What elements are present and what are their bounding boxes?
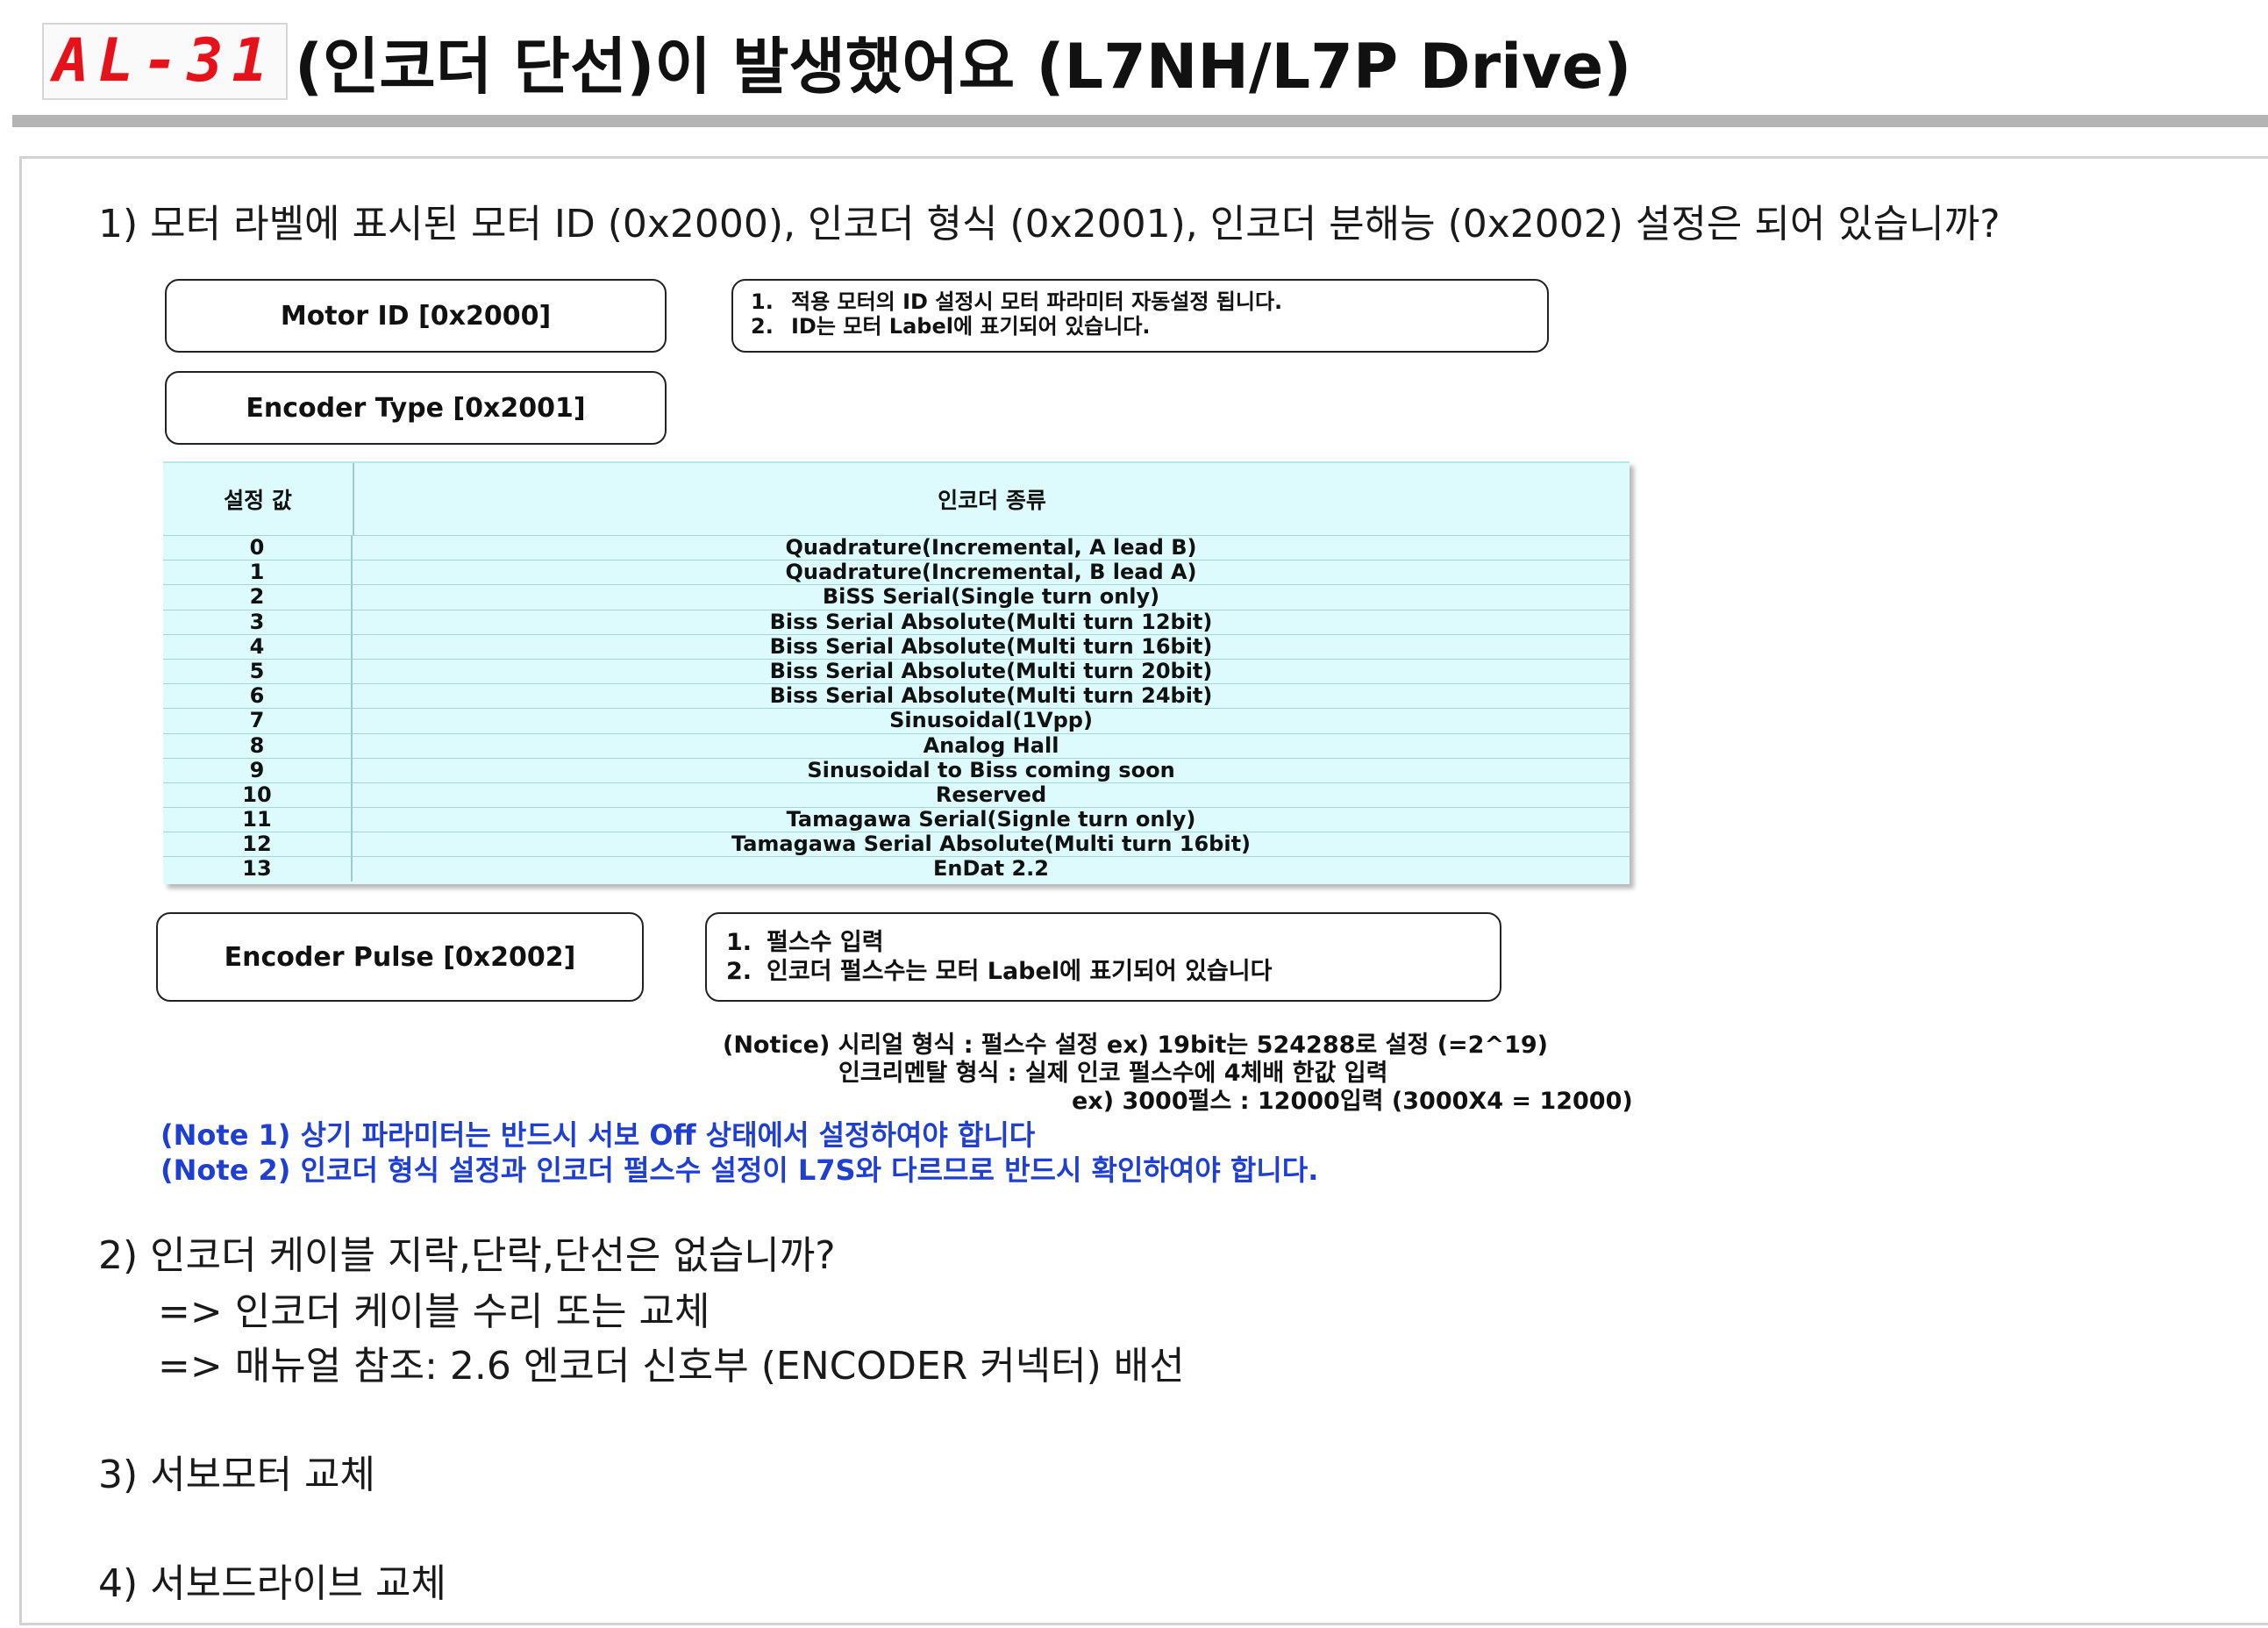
encoder-pulse-note-2: 2. 인코더 펄스수는 모터 Label에 표기되어 있습니다	[726, 958, 1273, 985]
notice-incremental: 인크리멘탈 형식 : 실제 인코 펄스수에 4체배 한값 입력	[838, 1060, 1388, 1087]
encoder-code-cell: 10	[163, 782, 353, 808]
encoder-type-cell: Biss Serial Absolute(Multi turn 20bit)	[769, 658, 1213, 683]
table-row: 5 Biss Serial Absolute(Multi turn 20bit)	[163, 658, 1630, 684]
table-header-type: 인코더 종류	[938, 488, 1046, 513]
encoder-type-table: 설정 값 인코더 종류 0 Quadrature(Incremental, A l…	[163, 461, 1630, 884]
encoder-type-cell: Sinusoidal(1Vpp)	[889, 708, 1093, 733]
encoder-pulse-notes: 1. 펄스수 입력 2. 인코더 펄스수는 모터 Label에 표기되어 있습니다	[705, 912, 1501, 1002]
table-body: 0 Quadrature(Incremental, A lead B) 1 Quadr…	[163, 535, 1630, 882]
encoder-type-cell: Sinusoidal to Biss coming soon	[807, 757, 1175, 782]
table-row: 1 Quadrature(Incremental, B lead A)	[163, 560, 1630, 585]
encoder-code-cell: 0	[163, 535, 353, 561]
table-row: 11 Tamagawa Serial(Signle turn only)	[163, 807, 1630, 832]
encoder-pulse-label: Encoder Pulse [0x2002]	[224, 941, 576, 973]
table-row: 13 EnDat 2.2	[163, 856, 1630, 882]
encoder-pulse-box: Encoder Pulse [0x2002]	[156, 912, 644, 1002]
table-row: 7 Sinusoidal(1Vpp)	[163, 708, 1630, 733]
encoder-type-cell: BiSS Serial(Single turn only)	[822, 584, 1160, 610]
encoder-code-cell: 3	[163, 610, 353, 634]
encoder-code-cell: 9	[163, 758, 353, 782]
alarm-code-display: AL-31	[42, 23, 288, 100]
encoder-code-cell: 6	[163, 684, 353, 709]
encoder-type-cell: Analog Hall	[923, 732, 1059, 758]
table-header-code: 설정 값	[163, 463, 354, 535]
motor-id-note-1: 1. 적용 모터의 ID 설정시 모터 파라미터 자동설정 됩니다.	[751, 289, 1283, 314]
table-row: 8 Analog Hall	[163, 732, 1630, 758]
note-2: (Note 2) 인코더 형식 설정과 인코더 펄스수 설정이 L7S와 다르므…	[160, 1153, 1319, 1187]
encoder-type-cell: Biss Serial Absolute(Multi turn 24bit)	[769, 683, 1213, 709]
encoder-type-cell: Biss Serial Absolute(Multi turn 16bit)	[769, 633, 1213, 659]
table-row: 9 Sinusoidal to Biss coming soon	[163, 757, 1630, 782]
table-row: 3 Biss Serial Absolute(Multi turn 12bit)	[163, 609, 1630, 634]
encoder-code-cell: 2	[163, 585, 353, 610]
encoder-type-box: Encoder Type [0x2001]	[165, 371, 667, 445]
note-1: (Note 1) 상기 파라미터는 반드시 서보 Off 상태에서 설정하여야 …	[160, 1118, 1036, 1152]
notice-serial: (Notice) 시리얼 형식 : 펄스수 설정 ex) 19bit는 5242…	[723, 1032, 1548, 1059]
table-row: 6 Biss Serial Absolute(Multi turn 24bit)	[163, 683, 1630, 709]
encoder-code-cell: 12	[163, 832, 353, 857]
encoder-code-cell: 13	[163, 857, 353, 882]
motor-id-note-2: 2. ID는 모터 Label에 표기되어 있습니다.	[751, 314, 1151, 339]
table-row: 0 Quadrature(Incremental, A lead B)	[163, 535, 1630, 561]
notice-example: ex) 3000펄스 : 12000입력 (3000X4 = 12000)	[1072, 1088, 1633, 1115]
encoder-code-cell: 5	[163, 659, 353, 684]
encoder-type-cell: Reserved	[935, 782, 1047, 807]
encoder-type-cell: Quadrature(Incremental, A lead B)	[785, 535, 1197, 560]
encoder-code-cell: 7	[163, 709, 353, 733]
motor-id-box: Motor ID [0x2000]	[165, 279, 667, 353]
encoder-type-cell: Tamagawa Serial(Signle turn only)	[786, 807, 1196, 832]
encoder-code-cell: 4	[163, 634, 353, 659]
encoder-code-cell: 8	[163, 733, 353, 758]
encoder-code-cell: 1	[163, 561, 353, 585]
question-1: 1) 모터 라벨에 표시된 모터 ID (0x2000), 인코더 형식 (0x…	[98, 202, 2001, 246]
encoder-type-cell: Quadrature(Incremental, B lead A)	[785, 560, 1197, 585]
q2-answer-1: => 인코더 케이블 수리 또는 교체	[158, 1289, 710, 1334]
page-title: (인코더 단선)이 발생했어요 (L7NH/L7P Drive)	[295, 31, 1632, 103]
encoder-type-cell: Tamagawa Serial Absolute(Multi turn 16bi…	[731, 832, 1252, 857]
encoder-code-cell: 11	[163, 807, 353, 832]
table-row: 10 Reserved	[163, 782, 1630, 808]
encoder-type-cell: EnDat 2.2	[933, 856, 1049, 882]
motor-id-notes: 1. 적용 모터의 ID 설정시 모터 파라미터 자동설정 됩니다. 2. ID는 …	[731, 279, 1549, 353]
table-row: 12 Tamagawa Serial Absolute(Multi turn 16…	[163, 832, 1630, 857]
header-divider	[12, 115, 2268, 127]
table-row: 4 Biss Serial Absolute(Multi turn 16bit)	[163, 633, 1630, 659]
encoder-pulse-note-1: 1. 펄스수 입력	[726, 929, 884, 956]
question-4: 4) 서보드라이브 교체	[98, 1561, 446, 1606]
question-3: 3) 서보모터 교체	[98, 1453, 376, 1497]
motor-id-label: Motor ID [0x2000]	[280, 300, 552, 332]
encoder-type-label: Encoder Type [0x2001]	[246, 392, 586, 424]
encoder-type-cell: Biss Serial Absolute(Multi turn 12bit)	[769, 609, 1213, 634]
table-row: 2 BiSS Serial(Single turn only)	[163, 584, 1630, 610]
question-2: 2) 인코더 케이블 지락,단락,단선은 없습니까?	[98, 1233, 836, 1278]
table-header-row: 설정 값 인코더 종류	[163, 463, 1630, 535]
q2-answer-2: => 매뉴얼 참조: 2.6 엔코더 신호부 (ENCODER 커넥터) 배선	[158, 1344, 1185, 1389]
alarm-code: AL-31	[53, 26, 277, 96]
